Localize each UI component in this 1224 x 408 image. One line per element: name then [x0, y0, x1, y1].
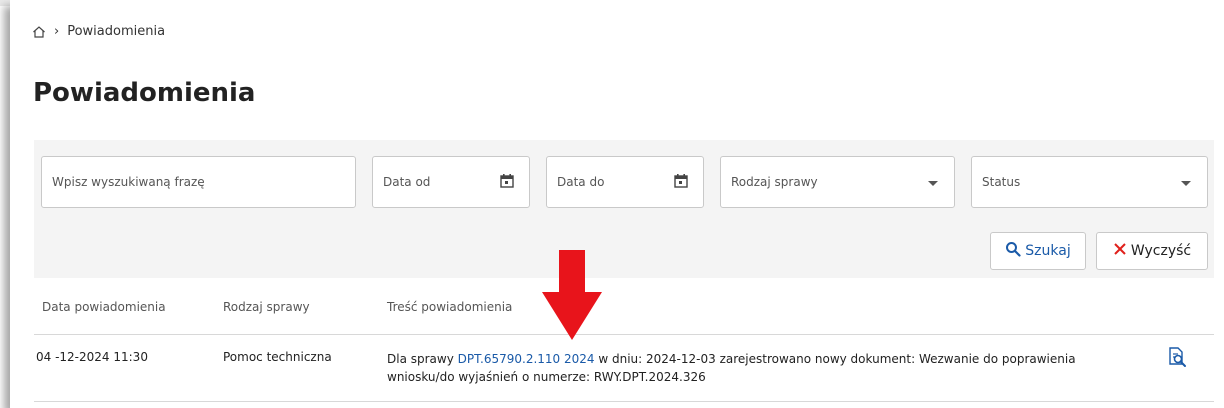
status-select[interactable]: Status: [971, 156, 1208, 208]
search-icon: [1005, 241, 1021, 261]
row-case-type: Pomoc techniczna: [223, 350, 332, 364]
view-document-icon[interactable]: [1166, 346, 1188, 372]
search-input[interactable]: Wpisz wyszukiwaną frazę: [41, 156, 356, 208]
case-type-label: Rodzaj sprawy: [731, 175, 818, 189]
date-to-label: Data do: [557, 175, 605, 189]
column-header-content[interactable]: Treść powiadomienia: [387, 300, 512, 314]
clear-button[interactable]: Wyczyść: [1096, 232, 1208, 270]
breadcrumb: › Powiadomienia: [32, 24, 165, 39]
case-type-select[interactable]: Rodzaj sprawy: [720, 156, 955, 208]
search-button-label: Szukaj: [1025, 243, 1071, 259]
status-label: Status: [982, 175, 1021, 189]
breadcrumb-separator: ›: [54, 24, 60, 39]
column-header-case-type[interactable]: Rodzaj sprawy: [223, 300, 310, 314]
date-to-field[interactable]: Data do: [546, 156, 704, 208]
table-row-divider: [34, 401, 1214, 402]
close-icon: [1113, 242, 1127, 260]
date-from-label: Data od: [383, 175, 431, 189]
search-placeholder: Wpisz wyszukiwaną frazę: [52, 175, 205, 189]
breadcrumb-current: Powiadomienia: [67, 24, 166, 39]
down-arrow-annotation: [540, 250, 604, 346]
column-header-date[interactable]: Data powiadomienia: [42, 300, 166, 314]
page-title: Powiadomienia: [33, 78, 256, 108]
calendar-icon[interactable]: [499, 173, 515, 192]
table-header-divider: [34, 334, 1214, 335]
home-icon[interactable]: [32, 25, 46, 39]
calendar-icon[interactable]: [673, 173, 689, 192]
row-content: Dla sprawy DPT.65790.2.110 2024 w dniu: …: [387, 350, 1127, 386]
row-content-prefix: Dla sprawy: [387, 352, 458, 366]
case-number-link[interactable]: DPT.65790.2.110 2024: [458, 352, 595, 366]
clear-button-label: Wyczyść: [1130, 243, 1192, 259]
chevron-down-icon: [928, 181, 938, 186]
row-date: 04 -12-2024 11:30: [36, 350, 148, 364]
date-from-field[interactable]: Data od: [372, 156, 530, 208]
search-button[interactable]: Szukaj: [990, 232, 1086, 270]
chevron-down-icon: [1181, 181, 1191, 186]
